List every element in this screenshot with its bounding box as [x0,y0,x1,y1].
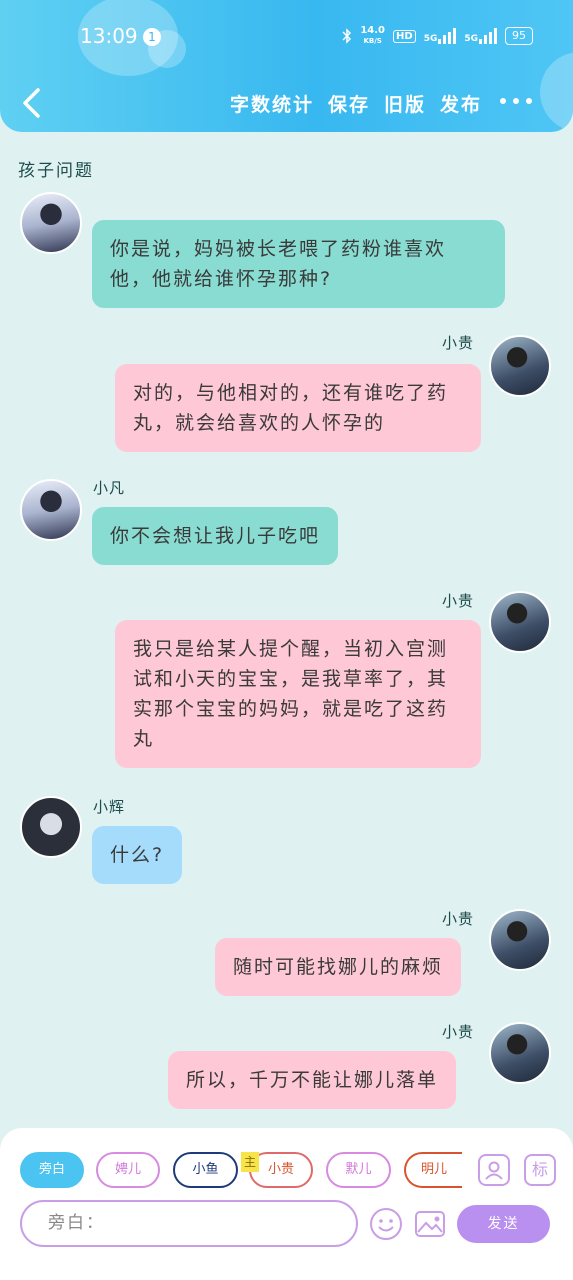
story-title: 孩子问题 [18,161,94,181]
speaker-name: 小辉 [93,798,126,816]
character-chip[interactable]: 旁白 [20,1152,84,1188]
character-chip[interactable]: 默儿 [326,1152,391,1188]
chat-message[interactable]: 什么? [92,826,183,884]
emoji-icon[interactable] [369,1207,403,1241]
mark-icon[interactable]: 标 [524,1154,556,1186]
avatar[interactable] [20,192,82,254]
status-time: 13:09 [80,24,138,48]
character-chip[interactable]: 娉儿 [96,1152,160,1188]
more-icon[interactable] [500,98,532,104]
avatar[interactable] [20,796,82,858]
avatar[interactable] [20,479,82,541]
chat-message[interactable]: 随时可能找娜儿的麻烦 [215,938,462,996]
status-icons: 14.0 KB/S HD 5G 5G 95 [342,26,533,46]
chat-message[interactable]: 你不会想让我儿子吃吧 [92,507,339,565]
speaker-name: 小凡 [93,479,126,497]
narration-input[interactable]: 旁白： [20,1200,358,1247]
decorative-bubble [540,52,573,132]
word-count-button[interactable]: 字数统计 [230,90,314,117]
signal-icon: 5G [424,28,457,44]
app-header: 13:09 1 14.0 KB/S HD 5G 5G 95 字数统计 保存 旧版… [0,0,573,132]
character-manage-icon[interactable] [478,1154,510,1186]
chat-message[interactable]: 我只是给某人提个醒，当初入宫测试和小天的宝宝，是我草率了，其实那个宝宝的妈妈，就… [115,620,481,768]
header-toolbar: 字数统计 保存 旧版 发布 [230,90,482,117]
send-button[interactable]: 发送 [457,1205,550,1243]
publish-button[interactable]: 发布 [440,90,482,117]
signal-icon: 5G [464,28,497,44]
back-icon[interactable] [18,86,44,120]
chat-message[interactable]: 对的，与他相对的，还有谁吃了药丸，就会给喜欢的人怀孕的 [115,364,481,452]
speaker-name: 小贵 [442,1023,475,1041]
bluetooth-icon [342,28,352,44]
character-chip[interactable]: 明儿 [404,1152,462,1188]
main-character-tag: 主 [241,1152,259,1172]
avatar[interactable] [489,909,551,971]
image-icon[interactable] [413,1207,447,1241]
speaker-name: 小贵 [442,592,475,610]
save-button[interactable]: 保存 [328,90,370,117]
avatar[interactable] [489,1022,551,1084]
notification-badge: 1 [143,28,161,46]
network-speed: 14.0 KB/S [360,25,386,46]
chat-message[interactable]: 你是说，妈妈被长老喂了药粉谁喜欢他，他就给谁怀孕那种? [92,220,505,308]
avatar[interactable] [489,335,551,397]
character-chip[interactable]: 小鱼 [173,1152,238,1188]
chat-message[interactable]: 所以，千万不能让娜儿落单 [168,1051,457,1109]
old-version-button[interactable]: 旧版 [384,90,426,117]
hd-icon: HD [393,29,416,43]
battery-icon: 95 [505,27,533,45]
speaker-name: 小贵 [442,334,475,352]
speaker-name: 小贵 [442,910,475,928]
avatar[interactable] [489,591,551,653]
